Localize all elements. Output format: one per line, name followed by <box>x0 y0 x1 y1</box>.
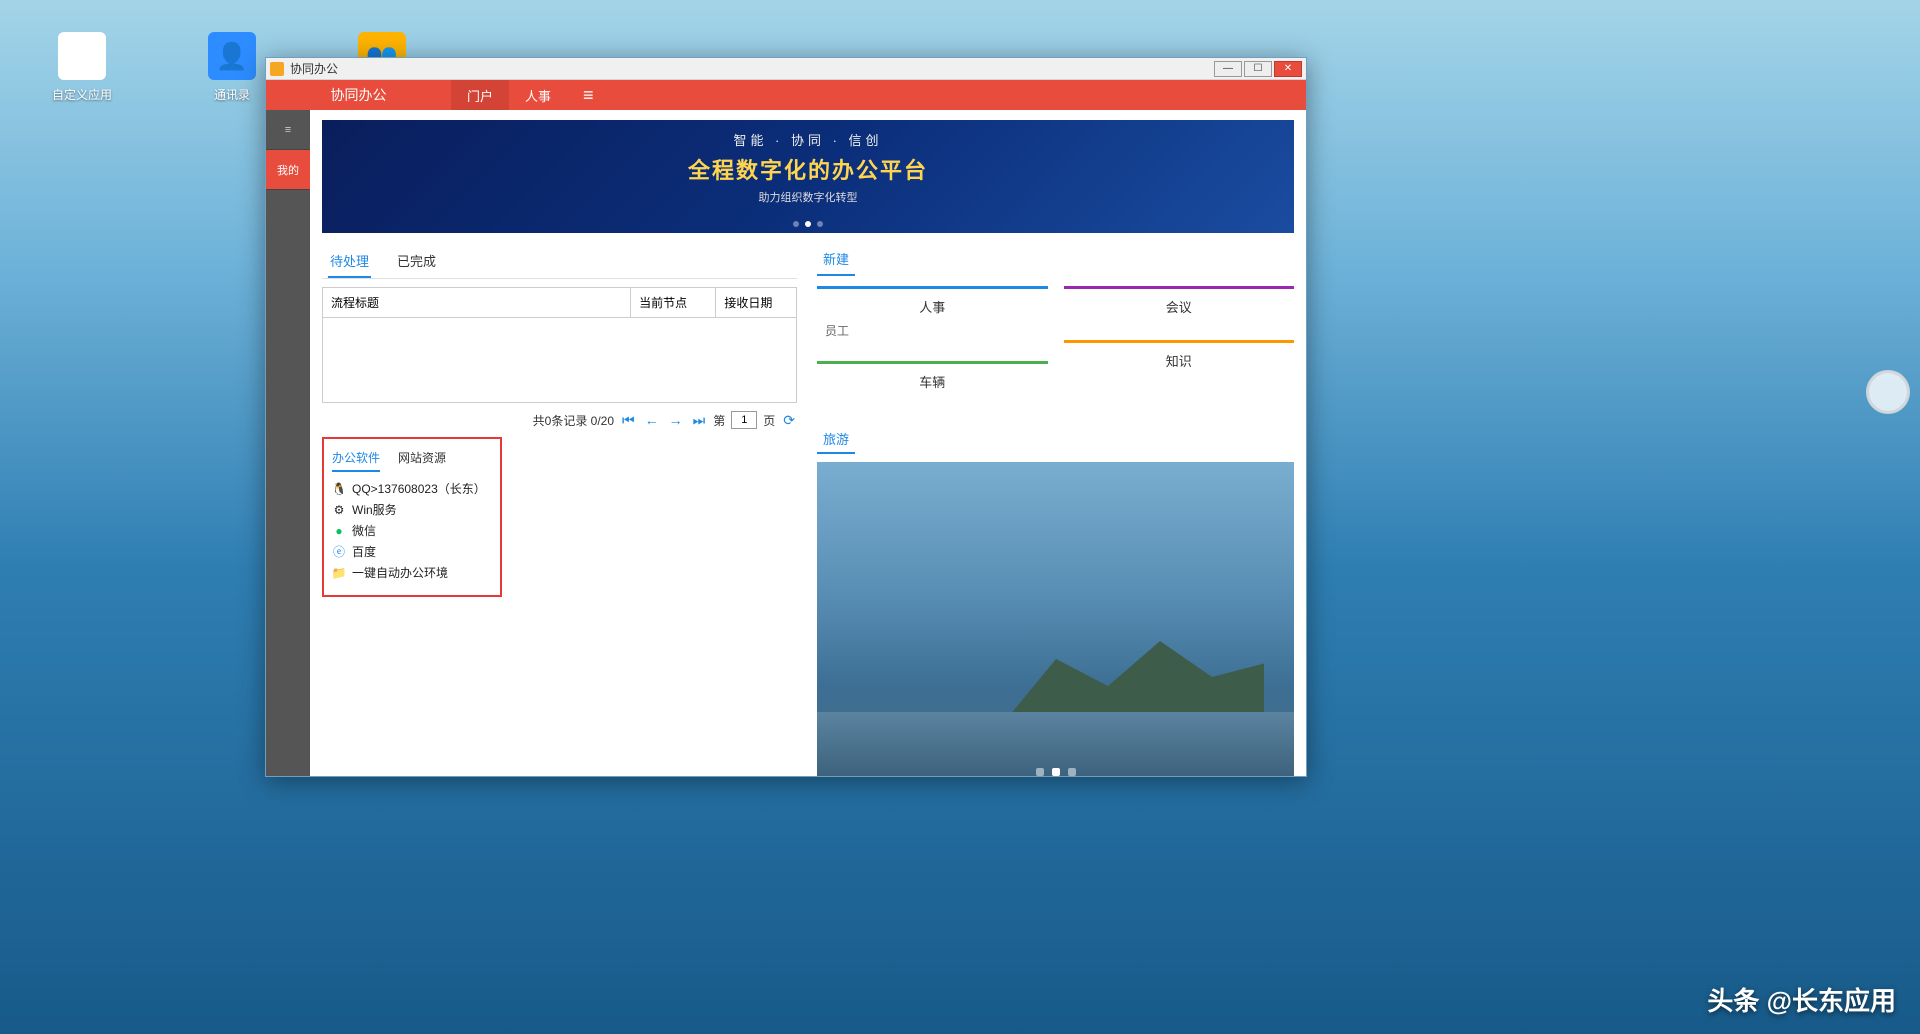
travel-dots <box>1036 768 1076 776</box>
app-header: 协同办公 门户 人事 ≡ <box>266 80 1306 110</box>
card-title: 会议 <box>1072 297 1287 316</box>
card-title: 人事 <box>825 297 1040 316</box>
banner-dots <box>793 221 823 227</box>
new-panel: 新建 人事 员工 车辆 <box>817 245 1294 405</box>
tab-pending[interactable]: 待处理 <box>328 245 371 278</box>
desktop-icon-contacts[interactable]: 👤 通讯录 <box>192 32 272 103</box>
pager-suffix: 页 <box>763 412 775 429</box>
card-hr[interactable]: 人事 员工 <box>817 286 1048 351</box>
task-tabs: 待处理 已完成 <box>322 245 797 279</box>
card-item-employee[interactable]: 员工 <box>825 320 1040 341</box>
travel-panel: 旅游 <box>817 427 1294 776</box>
travel-dot[interactable] <box>1036 768 1044 776</box>
travel-dot[interactable] <box>1052 768 1060 776</box>
card-title: 知识 <box>1072 351 1287 370</box>
resource-box: 办公软件 网站资源 🐧QQ>137608023（长东） ⚙Win服务 ●微信 ⓔ… <box>322 437 502 597</box>
pager-first-icon[interactable]: ⏮ <box>620 412 637 429</box>
travel-dot[interactable] <box>1068 768 1076 776</box>
col-date: 接收日期 <box>716 288 797 318</box>
app-icon <box>270 62 284 76</box>
nav-menu[interactable]: ≡ <box>567 80 610 110</box>
banner-line2: 全程数字化的办公平台 <box>322 153 1294 185</box>
app-title: 协同办公 <box>266 85 451 105</box>
mountain-shape <box>1004 632 1264 722</box>
resource-item-baidu[interactable]: ⓔ百度 <box>332 541 492 562</box>
resource-item-winservice[interactable]: ⚙Win服务 <box>332 499 492 520</box>
pager-page-input[interactable] <box>731 411 757 429</box>
banner-line3: 助力组织数字化转型 <box>322 189 1294 205</box>
cube-icon: ◈ <box>58 32 106 80</box>
contacts-icon: 👤 <box>208 32 256 80</box>
water-shape <box>817 712 1294 776</box>
wechat-icon: ● <box>332 524 346 538</box>
tab-done[interactable]: 已完成 <box>395 245 438 278</box>
banner[interactable]: 智能 · 协同 · 信创 全程数字化的办公平台 助力组织数字化转型 <box>322 120 1294 233</box>
service-icon: ⚙ <box>332 503 346 517</box>
ie-icon: ⓔ <box>332 545 346 559</box>
pager-refresh-icon[interactable]: ⟳ <box>781 412 797 429</box>
window-title: 协同办公 <box>290 60 338 77</box>
desktop-icon-label: 自定义应用 <box>42 86 122 103</box>
rail-mine-button[interactable]: 我的 <box>266 150 310 190</box>
card-knowledge[interactable]: 知识 <box>1064 340 1295 384</box>
resource-item-auto-office[interactable]: 📁一键自动办公环境 <box>332 562 492 583</box>
travel-image[interactable] <box>817 462 1294 776</box>
desktop-icon-label: 通讯录 <box>192 86 272 103</box>
content-area: 智能 · 协同 · 信创 全程数字化的办公平台 助力组织数字化转型 待处理 已完… <box>310 110 1306 776</box>
table-empty <box>323 318 797 403</box>
window-titlebar[interactable]: 协同办公 — ☐ ✕ <box>266 58 1306 80</box>
banner-dot[interactable] <box>793 221 799 227</box>
resource-item-qq[interactable]: 🐧QQ>137608023（长东） <box>332 478 492 499</box>
pager-prefix: 第 <box>713 412 725 429</box>
desktop-icon-custom-app[interactable]: ◈ 自定义应用 <box>42 32 122 103</box>
rail-list-button[interactable]: ≡ <box>266 110 310 150</box>
folder-icon: 📁 <box>332 566 346 580</box>
nav-portal[interactable]: 门户 <box>451 80 509 110</box>
task-table: 流程标题 当前节点 接收日期 <box>322 287 797 403</box>
pager: 共0条记录 0/20 ⏮ ← → ⏭ 第 页 ⟳ <box>322 411 797 429</box>
card-vehicle[interactable]: 车辆 <box>817 361 1048 405</box>
new-header: 新建 <box>817 245 855 276</box>
card-meeting[interactable]: 会议 <box>1064 286 1295 330</box>
banner-line1: 智能 · 协同 · 信创 <box>322 130 1294 149</box>
banner-dot[interactable] <box>817 221 823 227</box>
maximize-button[interactable]: ☐ <box>1244 61 1272 77</box>
pager-prev-icon[interactable]: ← <box>643 412 661 428</box>
col-node: 当前节点 <box>631 288 716 318</box>
nav-hr[interactable]: 人事 <box>509 80 567 110</box>
pager-last-icon[interactable]: ⏭ <box>691 412 708 429</box>
watermark: 头条 @长东应用 <box>1707 981 1896 1018</box>
close-button[interactable]: ✕ <box>1274 61 1302 77</box>
pager-next-icon[interactable]: → <box>667 412 685 428</box>
tab-office-software[interactable]: 办公软件 <box>332 449 380 472</box>
banner-dot[interactable] <box>805 221 811 227</box>
tab-web-resources[interactable]: 网站资源 <box>398 449 446 472</box>
left-rail: ≡ 我的 <box>266 110 310 776</box>
col-title: 流程标题 <box>323 288 631 318</box>
card-title: 车辆 <box>825 372 1040 391</box>
minimize-button[interactable]: — <box>1214 61 1242 77</box>
side-circle-button[interactable] <box>1866 370 1910 414</box>
pager-summary: 共0条记录 0/20 <box>533 412 614 429</box>
resource-item-wechat[interactable]: ●微信 <box>332 520 492 541</box>
travel-header: 旅游 <box>817 427 855 454</box>
app-window: 协同办公 — ☐ ✕ 协同办公 门户 人事 ≡ ≡ 我的 智能 · 协同 · 信… <box>265 57 1307 777</box>
qq-icon: 🐧 <box>332 482 346 496</box>
list-icon: ≡ <box>285 124 291 136</box>
